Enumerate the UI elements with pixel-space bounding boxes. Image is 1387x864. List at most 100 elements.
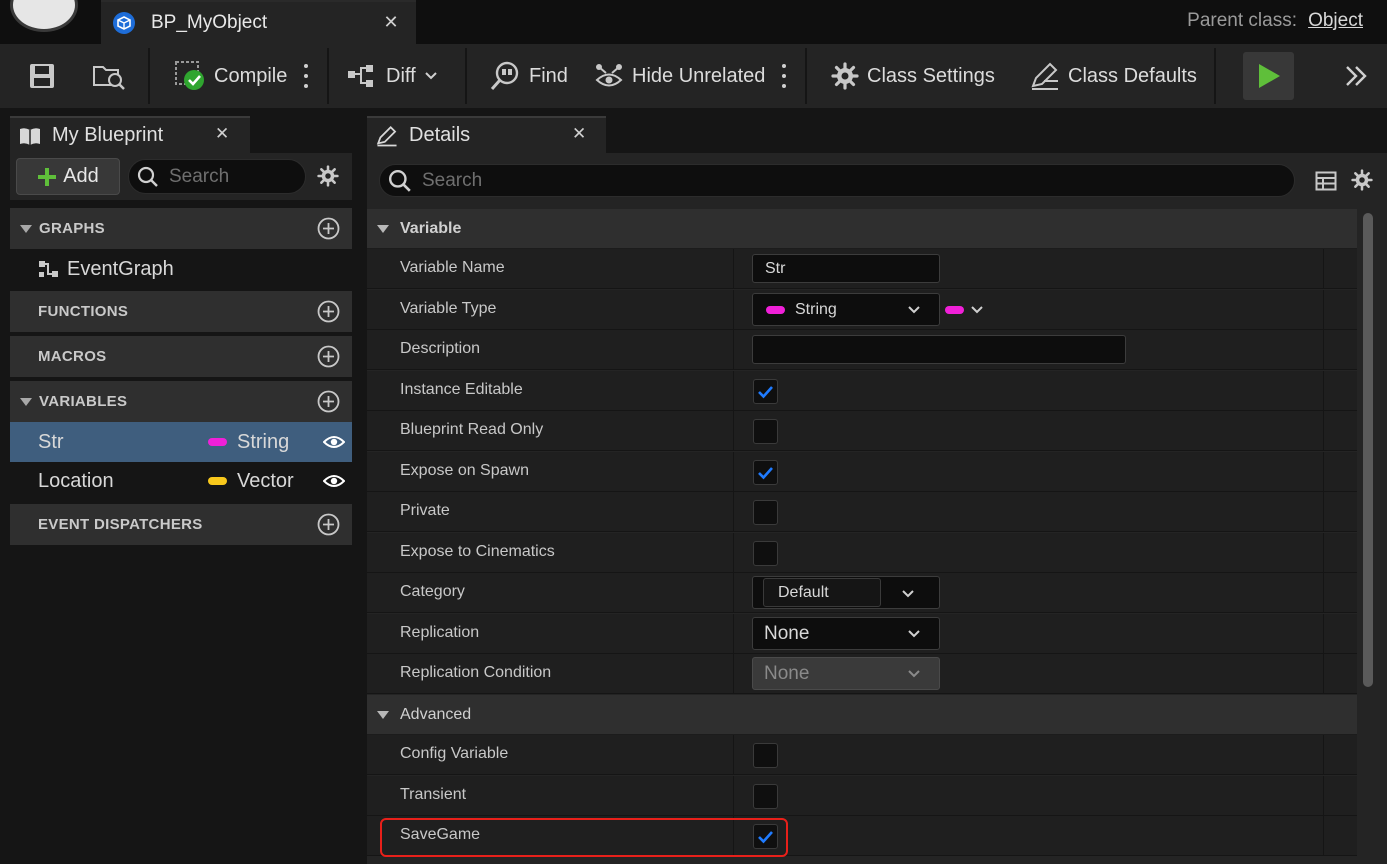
main-toolbar: Compile Diff Find Hide Unrelated Class S… — [0, 44, 1387, 108]
string-type-pill-icon — [766, 305, 785, 314]
variable-item-location[interactable]: Location Vector — [10, 461, 352, 501]
variable-type-dropdown[interactable]: String — [752, 293, 940, 326]
close-tab-icon[interactable]: ✕ — [379, 10, 403, 34]
class-settings-button[interactable]: Class Settings — [831, 44, 995, 108]
property-label: Expose to Cinematics — [400, 543, 555, 560]
expose-on-spawn-checkbox[interactable] — [753, 460, 778, 485]
graphs-section-label: GRAPHS — [39, 220, 105, 237]
title-bar: BP_MyObject ✕ Parent class: Object — [0, 0, 1387, 44]
event-dispatchers-section-label: EVENT DISPATCHERS — [38, 516, 203, 533]
replication-condition-value: None — [764, 662, 810, 684]
details-search[interactable] — [379, 164, 1295, 197]
variables-section-header[interactable]: VARIABLES — [10, 381, 352, 422]
checkmark-icon — [757, 466, 774, 480]
details-search-input[interactable] — [422, 169, 1294, 192]
container-type-dropdown[interactable] — [945, 300, 993, 320]
config-variable-checkbox[interactable] — [753, 743, 778, 768]
add-button[interactable]: Add — [16, 158, 120, 195]
functions-section-label: FUNCTIONS — [38, 303, 129, 320]
variable-type: String — [237, 431, 290, 453]
graphs-section-header[interactable]: GRAPHS — [10, 208, 352, 249]
category-label: Variable — [400, 219, 462, 237]
transient-checkbox[interactable] — [753, 784, 778, 809]
add-event-dispatcher-icon[interactable] — [317, 513, 340, 536]
macros-section-label: MACROS — [38, 348, 107, 365]
property-expose-on-spawn: Expose on Spawn — [367, 452, 1357, 492]
toolbar-separator — [465, 48, 467, 104]
add-graph-icon[interactable] — [317, 217, 340, 240]
settings-gear-icon[interactable] — [1349, 167, 1375, 193]
property-label: Description — [400, 340, 481, 357]
close-tab-icon[interactable]: ✕ — [215, 124, 229, 144]
settings-gear-icon[interactable] — [315, 163, 341, 189]
category-text-field[interactable]: Default — [763, 578, 881, 607]
compile-button[interactable]: Compile — [174, 44, 287, 108]
macros-section-header[interactable]: MACROS — [10, 336, 352, 377]
blueprint-read-only-checkbox[interactable] — [753, 419, 778, 444]
chevron-down-icon — [907, 305, 921, 315]
replication-dropdown[interactable]: None — [752, 617, 940, 650]
variable-name-field[interactable]: Str — [752, 254, 940, 283]
play-button[interactable] — [1243, 52, 1294, 100]
category-combo[interactable]: Default — [752, 576, 940, 609]
class-defaults-button[interactable]: Class Defaults — [1030, 44, 1197, 108]
property-label: Blueprint Read Only — [400, 421, 544, 438]
event-dispatchers-section-header[interactable]: EVENT DISPATCHERS — [10, 504, 352, 545]
expose-to-cinematics-checkbox[interactable] — [753, 541, 778, 566]
add-variable-icon[interactable] — [317, 390, 340, 413]
parent-class-link[interactable]: Object — [1308, 10, 1363, 32]
category-label: Advanced — [400, 705, 472, 723]
chevron-down-icon[interactable] — [901, 589, 915, 599]
property-variable-name: Variable Name Str — [367, 249, 1357, 289]
details-scrollbar[interactable] — [1363, 213, 1373, 687]
hide-unrelated-label: Hide Unrelated — [632, 64, 766, 87]
diff-button[interactable]: Diff — [346, 44, 438, 108]
gear-icon — [831, 62, 859, 90]
caret-down-icon — [19, 397, 33, 407]
private-checkbox[interactable] — [753, 500, 778, 525]
graph-item-eventgraph[interactable]: EventGraph — [10, 249, 352, 289]
variables-section-label: VARIABLES — [39, 393, 128, 410]
compile-options-icon[interactable] — [303, 64, 309, 88]
property-transient: Transient — [367, 776, 1357, 816]
add-label: Add — [63, 165, 99, 187]
variable-type: Vector — [237, 470, 294, 492]
close-tab-icon[interactable]: ✕ — [572, 124, 586, 144]
variable-item-str[interactable]: Str String — [10, 422, 352, 462]
my-blueprint-search[interactable] — [128, 159, 306, 194]
add-macro-icon[interactable] — [317, 345, 340, 368]
find-button[interactable]: Find — [489, 44, 568, 108]
property-config-variable: Config Variable — [367, 735, 1357, 775]
browse-button[interactable] — [92, 44, 126, 108]
category-advanced[interactable]: Advanced — [367, 695, 1357, 735]
property-expose-to-cinematics: Expose to Cinematics — [367, 533, 1357, 573]
variable-type-value: String — [795, 300, 837, 318]
property-replication: Replication None — [367, 614, 1357, 654]
chevron-down-icon — [907, 669, 921, 679]
tab-my-blueprint[interactable]: My Blueprint ✕ — [10, 116, 250, 153]
category-variable[interactable]: Variable — [367, 209, 1357, 249]
my-blueprint-search-input[interactable] — [169, 165, 305, 188]
eye-icon[interactable] — [323, 434, 345, 450]
property-label: Private — [400, 502, 450, 519]
hide-unrelated-icon — [594, 61, 624, 91]
add-function-icon[interactable] — [317, 300, 340, 323]
replication-condition-dropdown: None — [752, 657, 940, 690]
unreal-logo-icon[interactable] — [10, 0, 78, 32]
single-container-pill-icon — [945, 306, 964, 314]
description-field[interactable] — [752, 335, 1126, 364]
hide-unrelated-options-icon[interactable] — [781, 64, 787, 88]
hide-unrelated-button[interactable]: Hide Unrelated — [594, 44, 765, 108]
eye-icon[interactable] — [323, 473, 345, 489]
toolbar-overflow-icon[interactable] — [1341, 62, 1371, 90]
property-matrix-icon[interactable] — [1313, 168, 1339, 194]
document-tab[interactable]: BP_MyObject ✕ — [101, 0, 416, 44]
play-icon — [1257, 63, 1281, 89]
caret-down-icon — [19, 224, 33, 234]
functions-section-header[interactable]: FUNCTIONS — [10, 291, 352, 332]
tab-details[interactable]: Details ✕ — [367, 116, 606, 153]
instance-editable-checkbox[interactable] — [753, 379, 778, 404]
save-button[interactable] — [28, 44, 56, 108]
chevron-down-icon — [907, 629, 921, 639]
parent-class-label: Parent class: — [1187, 10, 1297, 31]
